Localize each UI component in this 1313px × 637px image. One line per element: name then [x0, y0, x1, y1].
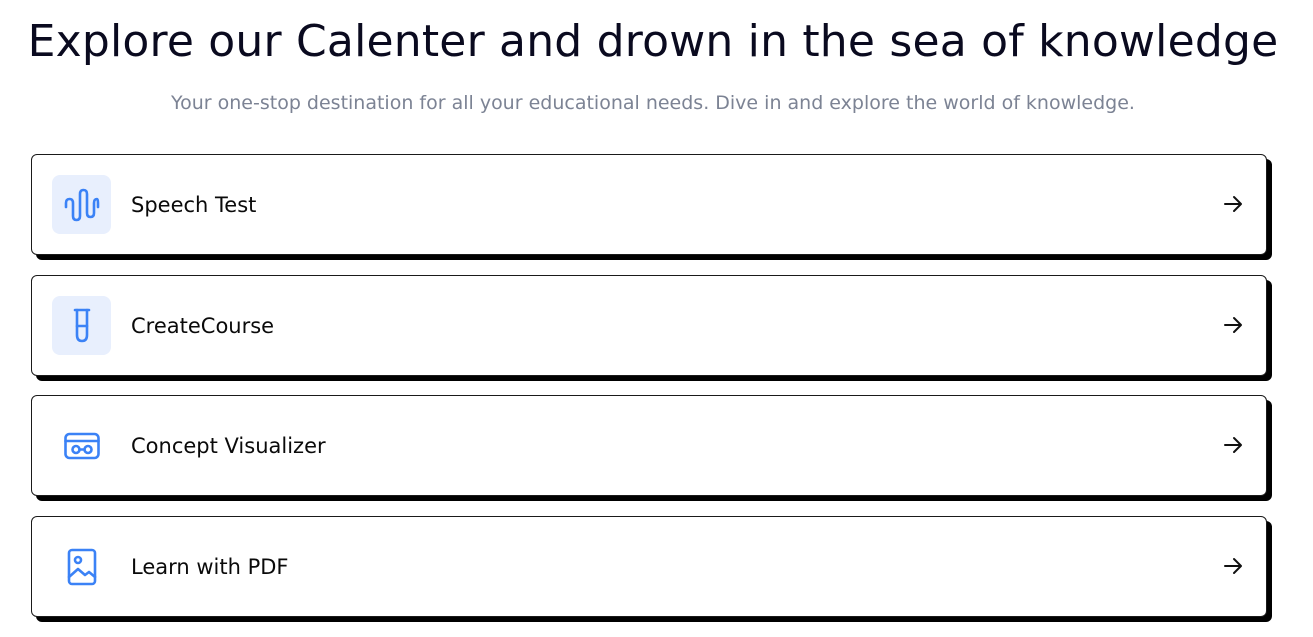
feature-list: Speech Test CreateCourse Concept Visuali… — [31, 154, 1267, 637]
arrow-right-icon — [1224, 437, 1242, 453]
speech-test-card[interactable]: Speech Test — [31, 154, 1267, 255]
arrow-right-icon — [1224, 558, 1242, 574]
create-course-card[interactable]: CreateCourse — [31, 275, 1267, 376]
page-subtitle: Your one-stop destination for all your e… — [171, 92, 1135, 114]
concept-visualizer-card[interactable]: Concept Visualizer — [31, 395, 1267, 496]
speech-test-label: Speech Test — [131, 193, 257, 217]
concept-visualizer-label: Concept Visualizer — [131, 434, 326, 458]
learn-with-pdf-card[interactable]: Learn with PDF — [31, 516, 1267, 617]
vr-headset-icon — [52, 416, 111, 475]
arrow-right-icon — [1224, 196, 1242, 212]
test-tube-icon — [52, 296, 111, 355]
create-course-label: CreateCourse — [131, 314, 275, 338]
page-title: Explore our Calenter and drown in the se… — [27, 16, 1279, 67]
arrow-right-icon — [1224, 317, 1242, 333]
learn-with-pdf-label: Learn with PDF — [131, 555, 289, 579]
sound-wave-icon — [52, 175, 111, 234]
image-file-icon — [52, 537, 111, 596]
